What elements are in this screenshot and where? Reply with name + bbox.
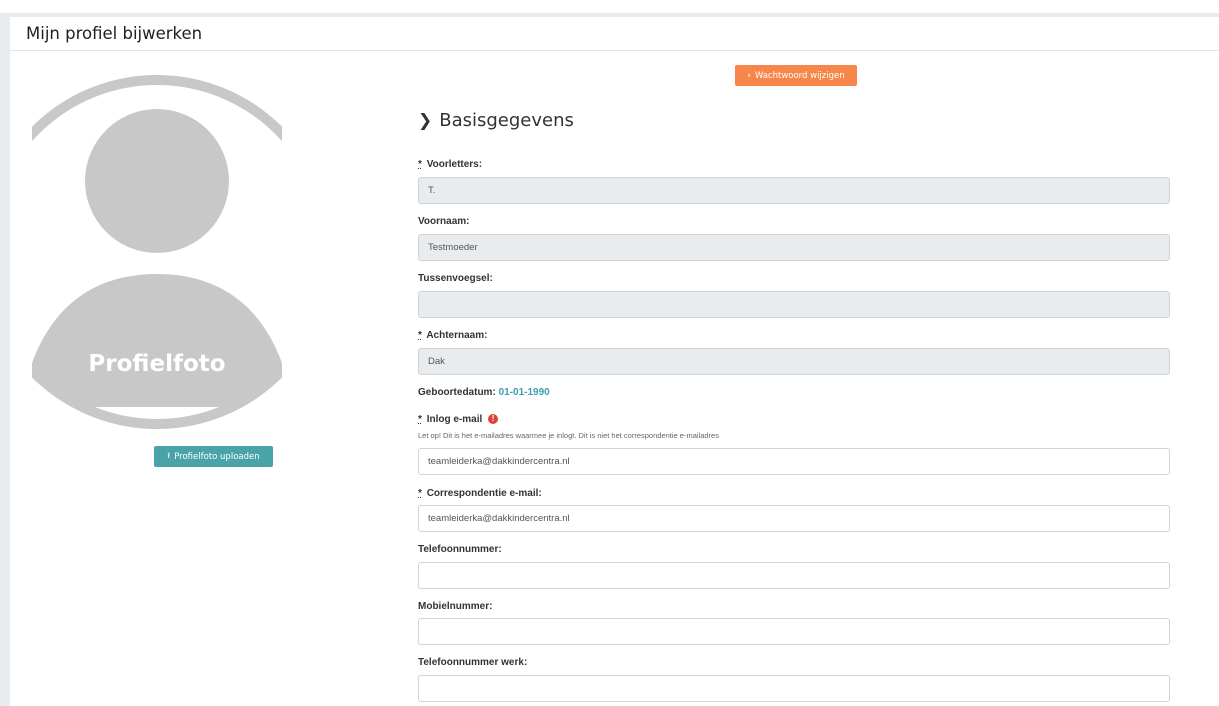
profile-panel: Mijn profiel bijwerken Profielfoto ⭱ Pro… [0,13,1219,706]
chevron-right-icon: › [747,70,751,81]
change-password-button[interactable]: › Wachtwoord wijzigen [735,65,857,86]
geboortedatum-row: Geboortedatum: 01-01-1990 [418,387,550,398]
geboortedatum-value: 01-01-1990 [498,387,550,398]
page-title: Mijn profiel bijwerken [26,24,203,43]
change-password-label: Wachtwoord wijzigen [754,70,845,81]
required-marker: * [418,414,422,425]
section-title: ❯ Basisgegevens [418,110,574,131]
achternaam-field[interactable]: Dak [418,348,1170,375]
warning-icon: ! [488,414,499,425]
label-tussenvoegsel: Tussenvoegsel: [418,273,493,284]
required-marker: * [418,330,422,341]
panel-header: Mijn profiel bijwerken [10,17,1219,51]
upload-photo-button[interactable]: ⭱ Profielfoto uploaden [154,446,273,467]
mobielnummer-field[interactable] [418,618,1170,645]
left-strip [0,13,10,706]
required-marker: * [418,159,422,170]
correspondentie-email-field[interactable]: teamleiderka@dakkindercentra.nl [418,505,1170,532]
label-voornaam: Voornaam: [418,216,470,227]
top-strip [0,0,1219,13]
telefoonnummer-werk-field[interactable] [418,675,1170,702]
upload-icon: ⭱ [167,450,171,460]
label-inlog-email: * Inlog e-mail ! [418,414,499,425]
profile-photo-placeholder: Profielfoto [0,69,334,433]
label-achternaam: * Achternaam: [418,330,487,341]
field-value: Testmoeder [428,242,478,253]
voorletters-field[interactable]: T. [418,177,1170,204]
label-text: Geboortedatum: [418,387,496,398]
label-text: Inlog e-mail [426,414,483,425]
field-value: teamleiderka@dakkindercentra.nl [428,456,570,467]
label-telefoonnummer-werk: Telefoonnummer werk: [418,657,528,668]
field-value: teamleiderka@dakkindercentra.nl [428,513,570,524]
label-text: Correspondentie e-mail: [426,488,542,499]
label-correspondentie-email: * Correspondentie e-mail: [418,488,542,499]
inlog-email-note: Let op! Dit is het e-mailadres waarmee j… [418,431,719,440]
chevron-right-icon: ❯ [418,110,433,131]
label-mobielnummer: Mobielnummer: [418,601,493,612]
label-telefoonnummer: Telefoonnummer: [418,544,502,555]
telefoonnummer-field[interactable] [418,562,1170,589]
label-text: Achternaam: [426,330,488,341]
field-value: T. [428,185,436,196]
upload-photo-label: Profielfoto uploaden [174,451,260,462]
label-voorletters: * Voorletters: [418,159,482,170]
profile-photo-label: Profielfoto [88,351,225,377]
tussenvoegsel-field[interactable] [418,291,1170,318]
section-title-text: Basisgegevens [439,110,574,131]
inlog-email-field[interactable]: teamleiderka@dakkindercentra.nl [418,448,1170,475]
field-value: Dak [428,356,445,367]
voornaam-field[interactable]: Testmoeder [418,234,1170,261]
label-text: Voorletters: [426,159,483,170]
required-marker: * [418,488,422,499]
